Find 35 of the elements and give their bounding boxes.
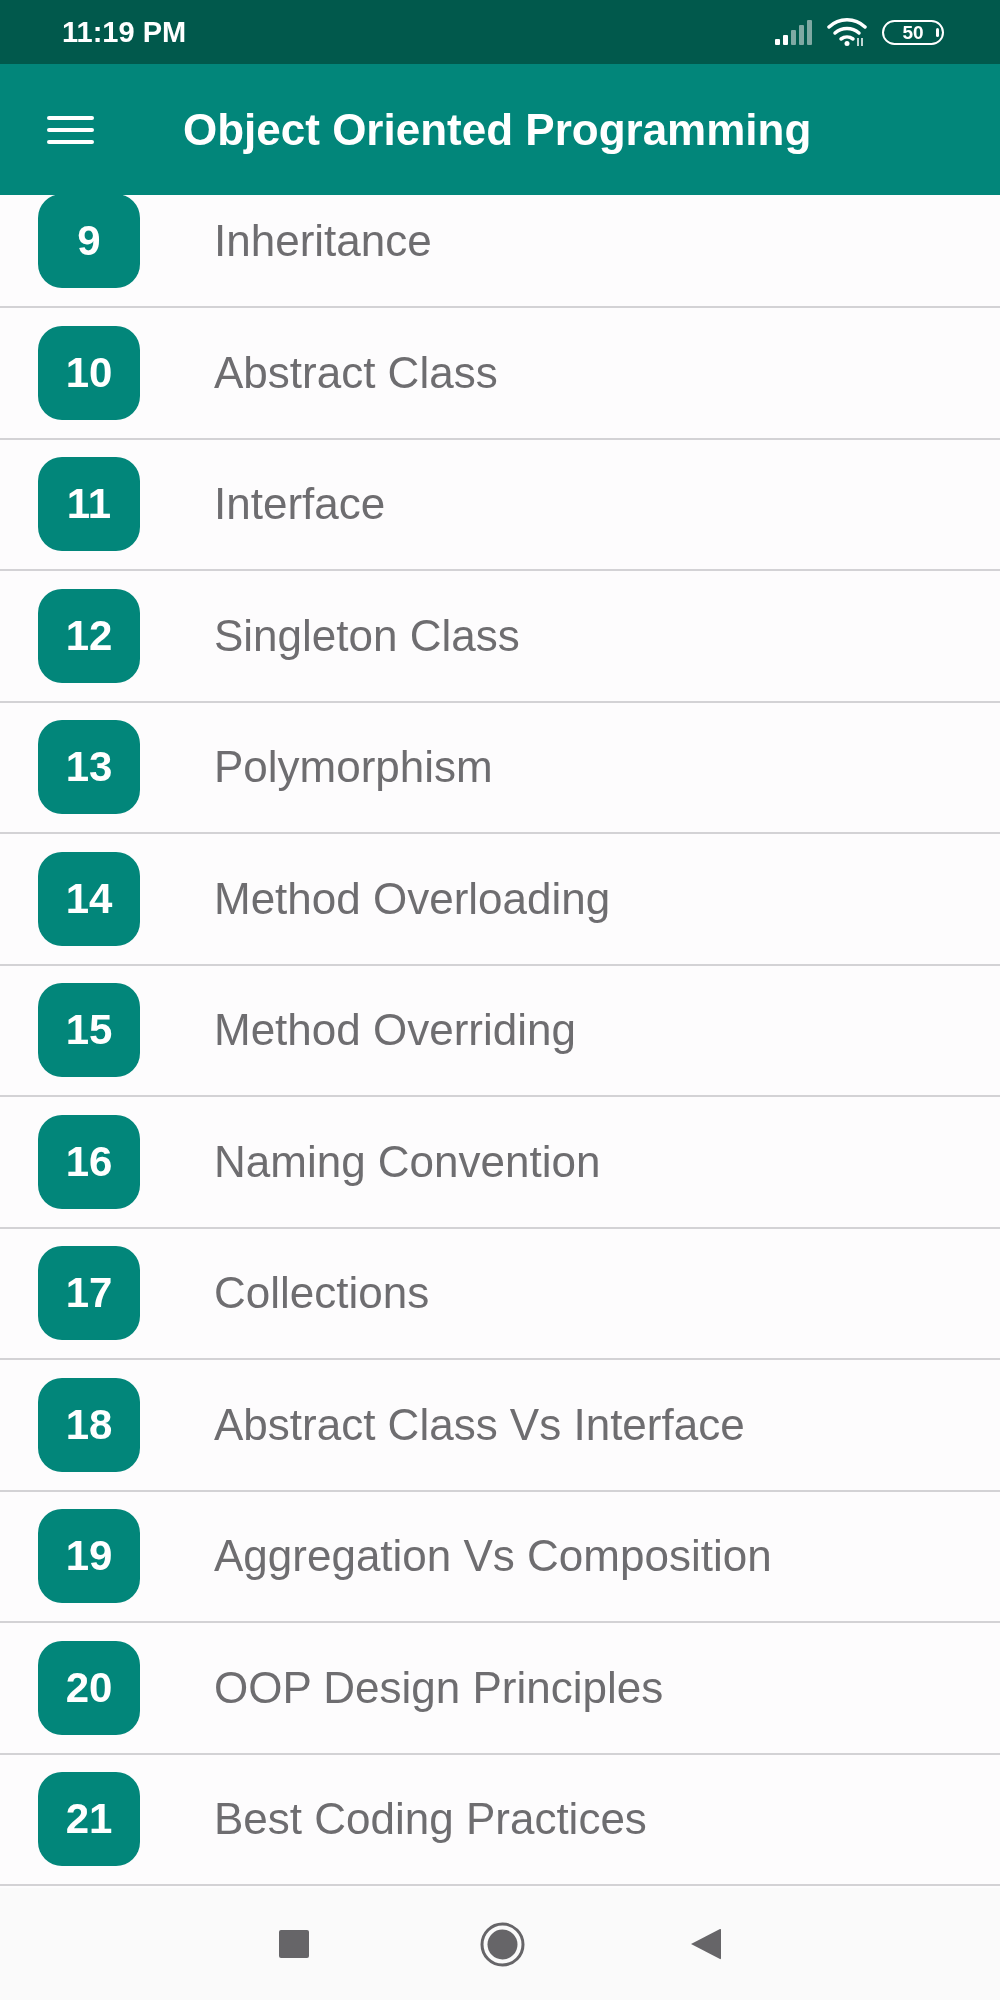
- topic-title: OOP Design Principles: [214, 1665, 664, 1710]
- signal-icon: [775, 19, 813, 45]
- topic-title: Abstract Class: [214, 350, 498, 395]
- number-badge: 19: [38, 1509, 140, 1604]
- topic-title: Collections: [214, 1271, 430, 1316]
- topic-title: Interface: [214, 482, 386, 527]
- number-badge: 10: [38, 325, 140, 420]
- number-badge: 15: [38, 983, 140, 1078]
- wifi-icon: [827, 18, 867, 46]
- topic-title: Inheritance: [214, 219, 432, 264]
- number-badge: 9: [38, 195, 140, 289]
- number-badge: 14: [38, 851, 140, 946]
- status-time: 11:19 PM: [62, 17, 187, 47]
- number-badge: 16: [38, 1114, 140, 1209]
- number-badge: 17: [38, 1246, 140, 1341]
- topic-title: Polymorphism: [214, 745, 493, 790]
- battery-indicator: 50: [882, 19, 944, 45]
- number-badge: 13: [38, 720, 140, 815]
- back-triangle-icon[interactable]: [691, 1928, 721, 1960]
- topic-title: Method Overloading: [214, 876, 611, 921]
- topic-title: Abstract Class Vs Interface: [214, 1402, 745, 1447]
- topic-list-item[interactable]: 9 Inheritance: [0, 195, 1000, 308]
- number-badge: 11: [38, 457, 140, 552]
- number-badge: 20: [38, 1640, 140, 1735]
- topic-title: Method Overriding: [214, 1008, 576, 1053]
- topic-title: Aggregation Vs Composition: [214, 1534, 772, 1579]
- number-badge: 12: [38, 588, 140, 683]
- menu-icon[interactable]: [47, 114, 94, 145]
- topic-title: Best Coding Practices: [214, 1797, 647, 1842]
- number-badge: 21: [38, 1772, 140, 1867]
- topic-title: Naming Convention: [214, 1139, 601, 1184]
- app-title: Object Oriented Programming: [183, 107, 812, 152]
- number-badge: 18: [38, 1377, 140, 1472]
- topic-title: Singleton Class: [214, 613, 520, 658]
- home-circle-icon[interactable]: [480, 1921, 525, 1967]
